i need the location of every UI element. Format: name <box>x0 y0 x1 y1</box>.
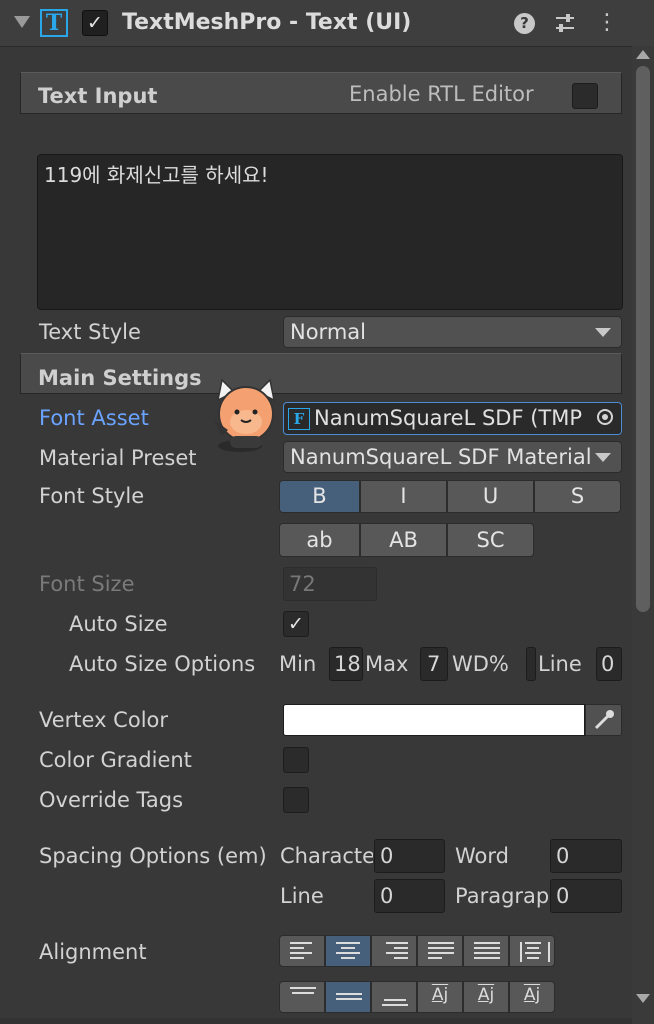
font-asset-label: Font Asset <box>39 406 149 430</box>
baseline-button[interactable]: Aj <box>417 981 463 1013</box>
font-asset-icon: F <box>288 408 310 430</box>
auto-size-line-field[interactable]: 0 <box>596 647 622 681</box>
auto-size-options-label: Auto Size Options <box>69 652 256 676</box>
rtl-editor-label: Enable RTL Editor <box>349 82 534 106</box>
text-style-value: Normal <box>290 320 366 344</box>
font-style-underline-button[interactable]: U <box>447 480 534 513</box>
color-gradient-checkbox[interactable] <box>283 747 309 773</box>
chevron-down-icon <box>595 453 611 462</box>
geometry-center-icon <box>520 942 550 962</box>
component-enabled-checkbox[interactable]: ✓ <box>82 10 108 36</box>
material-preset-dropdown[interactable]: NanumSquareL SDF Material <box>283 441 622 473</box>
override-tags-checkbox[interactable] <box>283 787 309 813</box>
font-style-bold-button[interactable]: B <box>279 480 360 513</box>
auto-size-wd-label: WD% <box>452 652 509 676</box>
capline-button[interactable]: Aj <box>509 981 555 1013</box>
component-title: TextMeshPro - Text (UI) <box>122 10 412 35</box>
object-picker-icon[interactable] <box>591 403 621 434</box>
mascot-sticker-icon <box>214 378 276 452</box>
text-input-area[interactable]: 119에 화제신고를 하세요! <box>37 154 623 310</box>
align-middle-button[interactable] <box>325 981 371 1013</box>
auto-size-max-field[interactable]: 7 <box>420 647 448 681</box>
midline-icon: Aj <box>477 985 495 1005</box>
scroll-down-icon[interactable] <box>636 994 650 1003</box>
help-icon[interactable]: ? <box>514 13 535 34</box>
color-gradient-label: Color Gradient <box>39 748 192 772</box>
font-style-lowercase-button[interactable]: ab <box>279 523 360 557</box>
font-asset-value: NanumSquareL SDF (TMP <box>314 406 583 430</box>
capline-icon: Aj <box>523 985 541 1005</box>
font-style-uppercase-button[interactable]: AB <box>360 523 447 557</box>
paragraph-spacing-field[interactable]: 0 <box>550 879 622 913</box>
eyedropper-button[interactable] <box>585 704 622 736</box>
spacing-options-label: Spacing Options (em) <box>39 844 267 868</box>
geometry-center-button[interactable] <box>509 935 555 967</box>
textmeshpro-icon: T <box>40 9 68 37</box>
align-right-button[interactable] <box>371 935 417 967</box>
vertex-color-label: Vertex Color <box>39 708 169 732</box>
line-spacing-field[interactable]: 0 <box>374 879 445 913</box>
foldout-arrow-icon[interactable] <box>14 16 30 28</box>
scrollbar-thumb[interactable] <box>636 66 650 612</box>
character-spacing-field[interactable]: 0 <box>374 839 445 873</box>
align-top-button[interactable] <box>279 981 325 1013</box>
auto-size-wd-field[interactable] <box>526 647 536 681</box>
baseline-icon: Aj <box>431 985 449 1005</box>
character-spacing-label: Characte <box>280 844 373 868</box>
bottom-divider <box>0 1018 632 1024</box>
font-size-label: Font Size <box>39 572 135 596</box>
align-top-icon <box>290 987 316 997</box>
auto-size-line-label: Line <box>538 652 582 676</box>
align-center-button[interactable] <box>325 935 371 967</box>
align-left-button[interactable] <box>279 935 325 967</box>
align-middle-icon <box>336 993 362 1003</box>
presets-icon[interactable] <box>554 12 576 34</box>
auto-size-checkbox[interactable]: ✓ <box>283 611 309 637</box>
main-settings-section-title: Main Settings <box>38 366 202 390</box>
eyedropper-icon <box>594 710 614 730</box>
font-style-label: Font Style <box>39 484 145 508</box>
font-style-smallcaps-button[interactable]: SC <box>447 523 534 557</box>
override-tags-label: Override Tags <box>39 788 184 812</box>
word-spacing-field[interactable]: 0 <box>550 839 622 873</box>
align-bottom-button[interactable] <box>371 981 417 1013</box>
font-style-italic-button[interactable]: I <box>360 480 447 513</box>
vertex-color-swatch[interactable] <box>283 704 585 736</box>
chevron-down-icon <box>595 328 611 337</box>
align-left-icon <box>290 942 316 962</box>
justify-button[interactable] <box>417 935 463 967</box>
flush-icon <box>474 942 500 962</box>
font-size-field: 72 <box>283 567 377 601</box>
text-style-dropdown[interactable]: Normal <box>283 316 622 348</box>
align-right-icon <box>382 942 408 962</box>
auto-size-max-label: Max <box>365 652 409 676</box>
auto-size-min-label: Min <box>279 652 317 676</box>
material-preset-value: NanumSquareL SDF Material <box>290 445 592 469</box>
material-preset-label: Material Preset <box>39 446 197 470</box>
font-style-strikethrough-button[interactable]: S <box>534 480 621 513</box>
paragraph-spacing-label: Paragraр <box>455 884 549 908</box>
alignment-label: Alignment <box>39 940 147 964</box>
justify-icon <box>428 942 454 962</box>
midline-button[interactable]: Aj <box>463 981 509 1013</box>
scroll-up-icon[interactable] <box>636 50 650 59</box>
align-center-icon <box>336 942 362 962</box>
auto-size-label: Auto Size <box>69 612 168 636</box>
text-input-section-title: Text Input <box>38 84 158 108</box>
more-options-icon[interactable]: ⋮ <box>596 11 618 35</box>
align-bottom-icon <box>382 999 408 1009</box>
line-spacing-label: Line <box>280 884 324 908</box>
auto-size-min-field[interactable]: 18 <box>329 647 363 681</box>
flush-button[interactable] <box>463 935 509 967</box>
text-style-label: Text Style <box>39 320 141 344</box>
rtl-editor-toggle[interactable] <box>572 83 598 109</box>
font-asset-field[interactable]: F NanumSquareL SDF (TMP <box>283 402 622 435</box>
word-spacing-label: Word <box>455 844 509 868</box>
